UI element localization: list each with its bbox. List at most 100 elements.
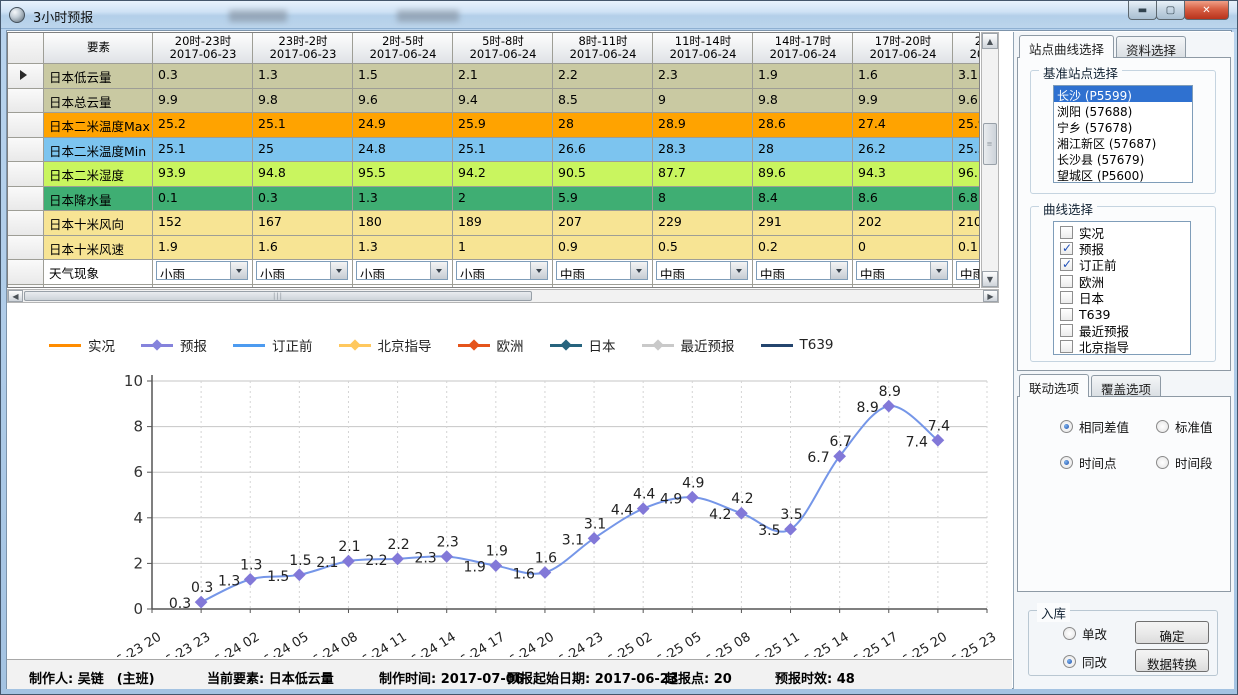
scroll-right-button[interactable]: ▶ <box>983 290 998 302</box>
value-cell[interactable]: 94.8 <box>253 162 353 187</box>
value-cell[interactable]: 90.5 <box>553 162 653 187</box>
value-cell[interactable]: 25.1 <box>153 138 253 163</box>
value-cell[interactable]: 0.5 <box>653 236 753 261</box>
legend-item[interactable]: 欧洲 <box>458 335 524 355</box>
value-cell[interactable]: 94.2 <box>453 162 553 187</box>
value-cell[interactable]: 9.8 <box>753 89 853 114</box>
legend-item[interactable]: 预报 <box>141 335 207 355</box>
station-list-item[interactable]: 浏阳 (57688) <box>1054 102 1192 118</box>
value-cell[interactable]: 5.9 <box>553 187 653 212</box>
value-cell[interactable]: 1.5 <box>353 64 453 89</box>
value-cell[interactable] <box>753 285 853 289</box>
radio-icon[interactable] <box>1063 655 1076 668</box>
value-cell[interactable]: 3.1 <box>953 64 980 89</box>
store-radio[interactable]: 单改 <box>1063 624 1107 643</box>
row-selector-cell[interactable] <box>8 162 44 187</box>
value-cell[interactable]: 94.3 <box>853 162 953 187</box>
maximize-button[interactable]: ▢ <box>1156 1 1185 20</box>
value-cell[interactable]: 95.5 <box>353 162 453 187</box>
link-radio[interactable]: 时间段 <box>1156 453 1213 472</box>
value-cell[interactable]: 9.9 <box>853 89 953 114</box>
value-cell[interactable]: 2 <box>453 187 553 212</box>
value-cell[interactable]: 8 <box>653 187 753 212</box>
checkbox-icon[interactable] <box>1060 275 1073 288</box>
station-listbox[interactable]: 长沙 (P5599)浏阳 (57688)宁乡 (57678)湘江新区 (5768… <box>1053 85 1193 183</box>
value-cell[interactable]: 207 <box>553 211 653 236</box>
row-selector-cell[interactable] <box>8 187 44 212</box>
value-cell[interactable]: 24.9 <box>353 113 453 138</box>
value-cell[interactable]: 152 <box>153 211 253 236</box>
curve-checkbox-row[interactable]: 北京指导 <box>1054 339 1190 355</box>
radio-icon[interactable] <box>1156 420 1169 433</box>
weather-combobox[interactable]: 小雨 <box>356 261 448 280</box>
value-cell[interactable]: 202 <box>853 211 953 236</box>
weather-combobox[interactable]: 中雨 <box>856 261 948 280</box>
value-cell[interactable]: 25.1 <box>453 138 553 163</box>
checkbox-icon[interactable] <box>1060 291 1073 304</box>
store-radio[interactable]: 同改 <box>1063 652 1107 671</box>
row-selector-cell[interactable] <box>8 64 44 89</box>
table-vertical-scrollbar[interactable]: ▲ ≡ ▼ <box>981 32 999 288</box>
value-cell[interactable]: 9.9 <box>153 89 253 114</box>
tab-inactive[interactable]: 资料选择 <box>1116 36 1186 58</box>
value-cell[interactable]: 6.8 <box>953 187 980 212</box>
value-cell[interactable]: 9 <box>653 89 753 114</box>
value-cell[interactable]: 2.3 <box>653 64 753 89</box>
value-cell[interactable]: 229 <box>653 211 753 236</box>
value-cell[interactable]: 0.2 <box>753 236 853 261</box>
value-cell[interactable]: 26.6 <box>553 138 653 163</box>
value-cell[interactable]: 8.5 <box>553 89 653 114</box>
link-radio[interactable]: 标准值 <box>1156 417 1213 436</box>
value-cell[interactable]: 1.9 <box>153 236 253 261</box>
value-cell[interactable]: 24.8 <box>353 138 453 163</box>
weather-combobox[interactable]: 中雨 <box>556 261 648 280</box>
value-cell[interactable] <box>553 285 653 289</box>
checkbox-icon[interactable] <box>1060 324 1073 337</box>
weather-combobox[interactable]: 小雨 <box>156 261 248 280</box>
tab-active[interactable]: 联动选项 <box>1019 374 1089 397</box>
checkbox-icon[interactable] <box>1060 258 1073 271</box>
value-cell[interactable] <box>953 285 980 289</box>
weather-combobox[interactable]: 小雨 <box>456 261 548 280</box>
legend-item[interactable]: 最近预报 <box>642 335 735 355</box>
value-cell[interactable]: 8.4 <box>753 187 853 212</box>
scroll-left-button[interactable]: ◀ <box>8 290 23 302</box>
tab-inactive[interactable]: 覆盖选项 <box>1091 375 1161 397</box>
value-cell[interactable]: 28.3 <box>653 138 753 163</box>
combobox-dropdown-button[interactable] <box>430 262 447 279</box>
horizontal-scroll-thumb[interactable]: ||| <box>24 291 532 301</box>
value-cell[interactable]: 89.6 <box>753 162 853 187</box>
data-convert-button[interactable]: 数据转换 <box>1135 649 1209 672</box>
minimize-button[interactable]: ▬ <box>1128 1 1157 20</box>
legend-item[interactable]: 实况 <box>49 335 115 355</box>
value-cell[interactable]: 93.9 <box>153 162 253 187</box>
combobox-dropdown-button[interactable] <box>630 262 647 279</box>
radio-icon[interactable] <box>1156 456 1169 469</box>
weather-combobox[interactable]: 中雨 <box>756 261 848 280</box>
checkbox-icon[interactable] <box>1060 340 1073 353</box>
value-cell[interactable]: 25.9 <box>453 113 553 138</box>
station-list-item[interactable]: 湘江新区 (57687) <box>1054 134 1192 150</box>
title-bar[interactable]: 3小时预报 ▬ ▢ ✕ <box>1 1 1237 29</box>
curve-checkbox-row[interactable]: T639 <box>1054 306 1190 322</box>
value-cell[interactable]: 2.2 <box>553 64 653 89</box>
curve-checkbox-row[interactable]: 欧洲 <box>1054 273 1190 289</box>
value-cell[interactable]: 0.3 <box>153 64 253 89</box>
checkbox-icon[interactable] <box>1060 242 1073 255</box>
value-cell[interactable]: 2.1 <box>453 64 553 89</box>
value-cell[interactable] <box>353 285 453 289</box>
value-cell[interactable] <box>853 285 953 289</box>
tab-active[interactable]: 站点曲线选择 <box>1019 35 1114 58</box>
value-cell[interactable]: 9.6 <box>353 89 453 114</box>
row-selector-cell[interactable] <box>8 236 44 261</box>
station-list-item[interactable]: 望城区 (P5600) <box>1054 166 1192 182</box>
legend-item[interactable]: T639 <box>761 337 834 353</box>
curve-checkbox-row[interactable]: 订正前 <box>1054 257 1190 273</box>
close-button[interactable]: ✕ <box>1184 1 1229 20</box>
value-cell[interactable]: 0.1 <box>953 236 980 261</box>
legend-item[interactable]: 日本 <box>550 335 616 355</box>
value-cell[interactable] <box>453 285 553 289</box>
value-cell[interactable] <box>153 285 253 289</box>
value-cell[interactable]: 8.6 <box>853 187 953 212</box>
value-cell[interactable]: 189 <box>453 211 553 236</box>
